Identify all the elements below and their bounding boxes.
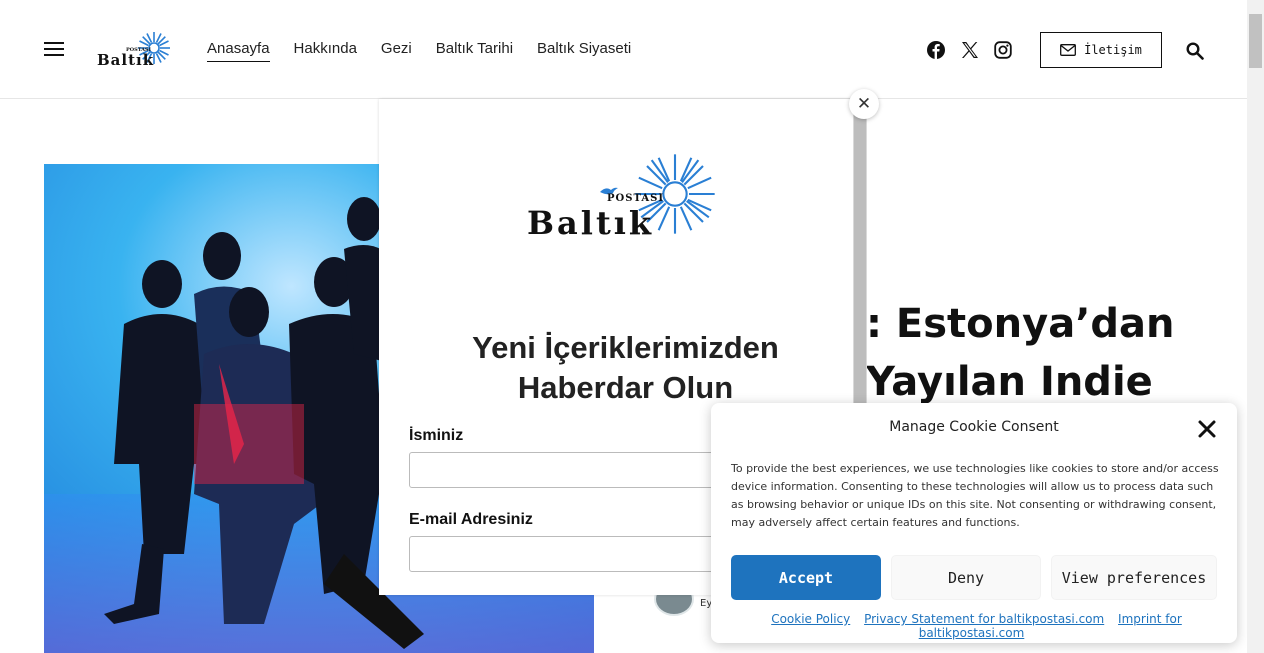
newsletter-heading-line: Yeni İçeriklerimizden — [472, 330, 779, 365]
nav-item-anasayfa[interactable]: Anasayfa — [207, 40, 270, 62]
logo-wordmark: Baltık — [97, 51, 155, 69]
nav-item-baltik-tarihi[interactable]: Baltık Tarihi — [436, 40, 513, 62]
popup-logo: POSTASI Baltık — [527, 152, 722, 247]
view-preferences-button[interactable]: View preferences — [1051, 555, 1217, 600]
close-icon[interactable] — [1197, 419, 1217, 439]
article-title-line: : Estonya’dan — [866, 301, 1175, 347]
privacy-statement-link[interactable]: Privacy Statement for baltikpostasi.com — [864, 612, 1104, 626]
nav-item-gezi[interactable]: Gezi — [381, 40, 412, 62]
search-icon[interactable] — [1186, 42, 1204, 60]
contact-label: İletişim — [1084, 43, 1142, 57]
email-input[interactable] — [409, 536, 739, 572]
logo-subtitle: POSTASI — [607, 193, 665, 204]
email-label: E-mail Adresiniz — [409, 511, 533, 528]
name-input[interactable] — [409, 452, 739, 488]
contact-button[interactable]: İletişim — [1040, 32, 1162, 68]
x-twitter-icon[interactable] — [961, 41, 979, 59]
facebook-icon[interactable] — [927, 41, 945, 59]
cookie-title: Manage Cookie Consent — [889, 419, 1059, 435]
site-logo[interactable]: POSTASI Baltık — [96, 30, 174, 70]
instagram-icon[interactable] — [994, 41, 1012, 59]
accept-button[interactable]: Accept — [731, 555, 881, 600]
page-scrollbar[interactable] — [1247, 0, 1264, 653]
cookie-description: To provide the best experiences, we use … — [731, 462, 1219, 529]
cookie-policy-link[interactable]: Cookie Policy — [771, 612, 850, 626]
article-title[interactable]: : Estonya’dan Yayılan Indie — [866, 295, 1175, 411]
popup-close-button[interactable]: ✕ — [849, 89, 879, 119]
site-header: POSTASI Baltık Anasayfa Hakkında Gezi Ba… — [0, 0, 1247, 99]
menu-icon[interactable] — [44, 42, 64, 57]
nav-item-baltik-siyaseti[interactable]: Baltık Siyaseti — [537, 40, 631, 62]
nav-item-hakkinda[interactable]: Hakkında — [294, 40, 357, 62]
cookie-links: Cookie Policy Privacy Statement for balt… — [711, 612, 1237, 640]
deny-button[interactable]: Deny — [891, 555, 1041, 600]
newsletter-heading-line: Haberdar Olun — [517, 370, 734, 405]
scrollbar-thumb[interactable] — [1249, 14, 1262, 68]
mail-icon — [1060, 44, 1077, 56]
cookie-consent-banner: Manage Cookie Consent To provide the bes… — [711, 403, 1237, 643]
newsletter-heading: Yeni İçeriklerimizden Haberdar Olun — [379, 328, 872, 408]
logo-wordmark: Baltık — [527, 204, 655, 242]
main-nav: Anasayfa Hakkında Gezi Baltık Tarihi Bal… — [207, 40, 655, 62]
name-label: İsminiz — [409, 427, 464, 444]
